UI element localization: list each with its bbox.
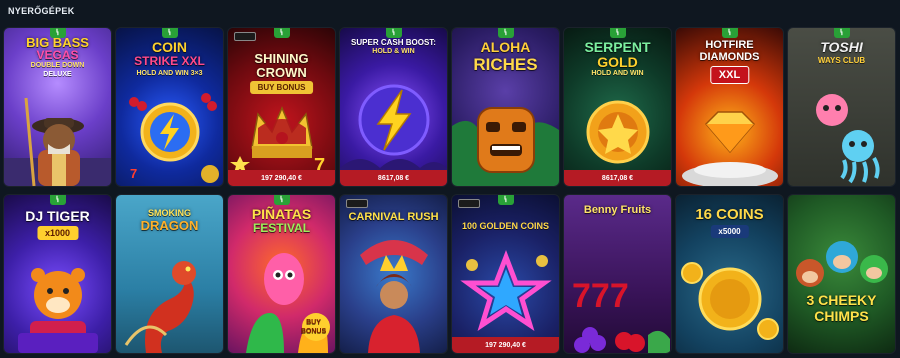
svg-text:777: 777 — [572, 277, 629, 315]
badge-u-icon: ꝇ — [609, 28, 626, 38]
game-title: FESTIVAL — [252, 221, 311, 235]
game-title: TOSHI — [820, 39, 863, 55]
game-title: HOTFIRE — [705, 39, 754, 51]
game-subtitle: HOLD & WIN — [372, 48, 415, 55]
game-title: SMOKING — [147, 208, 191, 218]
jackpot-amount: 197 290,40 € — [452, 337, 559, 353]
badge-u-icon: ꝇ — [497, 195, 514, 205]
provider-logo — [458, 199, 480, 208]
svg-text:7: 7 — [130, 166, 137, 181]
game-title: ALOHA — [480, 39, 531, 55]
game-tile-carnival-rush[interactable]: CARNIVAL RUSH — [340, 195, 447, 353]
game-title: DRAGON — [140, 218, 199, 233]
badge-u-icon: ꝇ — [273, 28, 290, 38]
game-tile-pinatas-festival[interactable]: PIÑATAS FESTIVAL BUY BONUS ꝇ — [228, 195, 335, 353]
game-title: SHINING — [254, 51, 309, 66]
game-tile-3-cheeky-chimps[interactable]: 3 CHEEKY CHIMPS — [788, 195, 895, 353]
buy-bonus-label: BONUS — [300, 328, 327, 335]
game-subtitle: HOLD AND WIN — [591, 70, 644, 77]
badge-u-icon: ꝇ — [273, 195, 290, 205]
game-title: CHIMPS — [814, 308, 869, 324]
game-title: 16 COINS — [695, 206, 764, 223]
games-grid: BIG BASS VEGAS DOUBLE DOWN DELUXE ꝇ 7 CO… — [4, 28, 895, 353]
multiplier-label: x1000 — [36, 226, 79, 240]
badge-u-icon: ꝇ — [833, 28, 850, 38]
game-tile-big-bass-vegas[interactable]: BIG BASS VEGAS DOUBLE DOWN DELUXE ꝇ — [4, 28, 111, 186]
buy-bonus-label: BUY — [306, 319, 321, 326]
game-tile-benny-fruits[interactable]: 777 Benny Fruits — [564, 195, 671, 353]
game-title: CARNIVAL RUSH — [348, 211, 439, 223]
multiplier-label: x5000 — [710, 225, 749, 238]
game-tile-hotfire-diamonds[interactable]: HOTFIRE DIAMONDS XXL ꝇ — [676, 28, 783, 186]
game-title: VEGAS — [36, 48, 79, 62]
game-tile-16-coins[interactable]: 16 COINS x5000 — [676, 195, 783, 353]
game-tile-aloha-riches[interactable]: ALOHA RICHES ꝇ — [452, 28, 559, 186]
game-tile-100-golden-coins[interactable]: 100 GOLDEN COINS ꝇ 197 290,40 € — [452, 195, 559, 353]
game-tile-shining-crown[interactable]: 7 SHINING CROWN BUY BONUS ꝇ 197 290,40 € — [228, 28, 335, 186]
jackpot-amount: 8617,08 € — [340, 170, 447, 186]
game-tile-smoking-dragon[interactable]: SMOKING DRAGON — [116, 195, 223, 353]
jackpot-amount: 197 290,40 € — [228, 170, 335, 186]
badge-u-icon: ꝇ — [49, 195, 66, 205]
badge-u-icon: ꝇ — [49, 28, 66, 38]
xxl-label: XXL — [709, 66, 750, 84]
game-tile-serpent-gold[interactable]: SERPENT GOLD HOLD AND WIN ꝇ 8617,08 € — [564, 28, 671, 186]
badge-u-icon: ꝇ — [721, 28, 738, 38]
game-title: GOLD — [597, 54, 638, 70]
game-title: CROWN — [256, 65, 307, 80]
game-subtitle: WAYS CLUB — [817, 56, 866, 65]
game-subtitle: DELUXE — [43, 71, 72, 78]
game-tile-super-cash-boost[interactable]: SUPER CASH BOOST: HOLD & WIN ꝇ 8617,08 € — [340, 28, 447, 186]
chimps-illustration — [796, 241, 888, 287]
game-title: SERPENT — [584, 39, 651, 55]
jackpot-amount: 8617,08 € — [564, 170, 671, 186]
provider-logo — [346, 199, 368, 208]
game-subtitle: HOLD AND WIN 3×3 — [136, 70, 203, 77]
game-tile-dj-tiger[interactable]: DJ TIGER x1000 ꝇ — [4, 195, 111, 353]
game-title: Benny Fruits — [583, 204, 652, 216]
game-tile-toshi-ways-club[interactable]: TOSHI WAYS CLUB ꝇ — [788, 28, 895, 186]
game-title: DJ TIGER — [25, 208, 90, 224]
game-title: DIAMONDS — [699, 51, 760, 63]
badge-u-icon: ꝇ — [385, 28, 402, 38]
game-title: COIN — [152, 39, 187, 55]
game-title: 100 GOLDEN COINS — [461, 221, 550, 231]
game-subtitle: DOUBLE DOWN — [30, 62, 85, 69]
section-title: NYERŐGÉPEK — [8, 6, 75, 16]
game-title: SUPER CASH BOOST: — [351, 38, 436, 47]
badge-u-icon: ꝇ — [161, 28, 178, 38]
buy-bonus-label: BUY BONUS — [249, 81, 314, 94]
provider-logo — [234, 32, 256, 41]
game-tile-coin-strike-xxl[interactable]: 7 COIN STRIKE XXL HOLD AND WIN 3×3 ꝇ — [116, 28, 223, 186]
game-title: 3 CHEEKY — [806, 292, 877, 308]
game-title: PIÑATAS — [251, 206, 312, 222]
sevens-fruits-illustration: 777 — [572, 277, 670, 353]
game-title: RICHES — [473, 55, 538, 74]
game-title: STRIKE XXL — [134, 54, 205, 68]
star-illustration — [460, 250, 552, 331]
badge-u-icon: ꝇ — [497, 28, 514, 38]
